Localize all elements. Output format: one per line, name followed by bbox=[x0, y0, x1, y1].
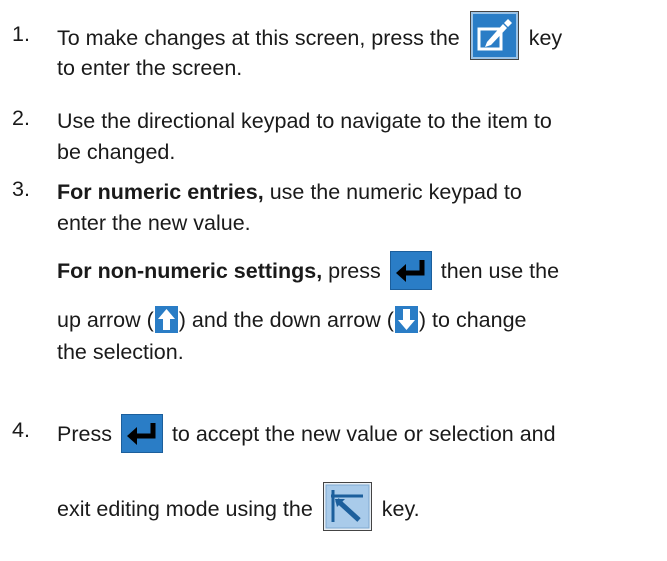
instruction-page: 1. To make changes at this screen, press… bbox=[0, 0, 667, 561]
step-3-then-use: then use the bbox=[440, 259, 560, 283]
step-3-last: the selection. bbox=[57, 340, 184, 364]
step-3-text-a: use the numeric keypad to bbox=[269, 180, 522, 204]
down-arrow-key-icon bbox=[394, 305, 418, 333]
exit-screen-key-icon bbox=[322, 481, 372, 531]
step-number: 1. bbox=[12, 22, 30, 46]
step-1-text-c: to enter the screen. bbox=[57, 56, 243, 80]
step-number: 4. bbox=[12, 418, 30, 442]
step-1-text-b: key bbox=[528, 26, 563, 51]
step-4-accept: to accept the new value or selection and bbox=[171, 422, 556, 446]
step-3-up-c: ) to change bbox=[418, 308, 527, 332]
step-3-up-b: ) and the down arrow ( bbox=[178, 308, 394, 332]
step-2-text-a: Use the directional keypad to navigate t… bbox=[57, 109, 552, 133]
step-text: For numeric entries, use the numeric key… bbox=[57, 177, 662, 368]
step-3-up-a: up arrow ( bbox=[57, 308, 154, 332]
step-3-press: press bbox=[328, 259, 381, 283]
enter-key-icon bbox=[389, 250, 432, 290]
step-4-press: Press bbox=[57, 422, 112, 446]
non-numeric-settings-label: For non-numeric settings, bbox=[57, 259, 323, 283]
step-number: 3. bbox=[12, 177, 30, 201]
edit-screen-key-icon bbox=[469, 11, 519, 60]
enter-key-icon bbox=[120, 413, 163, 453]
step-2-text-b: be changed. bbox=[57, 140, 176, 164]
step-text: To make changes at this screen, press th… bbox=[57, 11, 662, 84]
step-text: Press to accept the new value or selecti… bbox=[57, 413, 662, 534]
step-text: Use the directional keypad to navigate t… bbox=[57, 106, 662, 168]
numeric-entries-label: For numeric entries, bbox=[57, 180, 264, 204]
step-1-text-a: To make changes at this screen, press th… bbox=[57, 26, 460, 51]
step-3-text-b: enter the new value. bbox=[57, 211, 251, 235]
step-4-exit-a: exit editing mode using the bbox=[57, 497, 313, 521]
up-arrow-key-icon bbox=[154, 305, 178, 333]
step-number: 2. bbox=[12, 106, 30, 130]
step-4-exit-b: key. bbox=[381, 497, 420, 521]
